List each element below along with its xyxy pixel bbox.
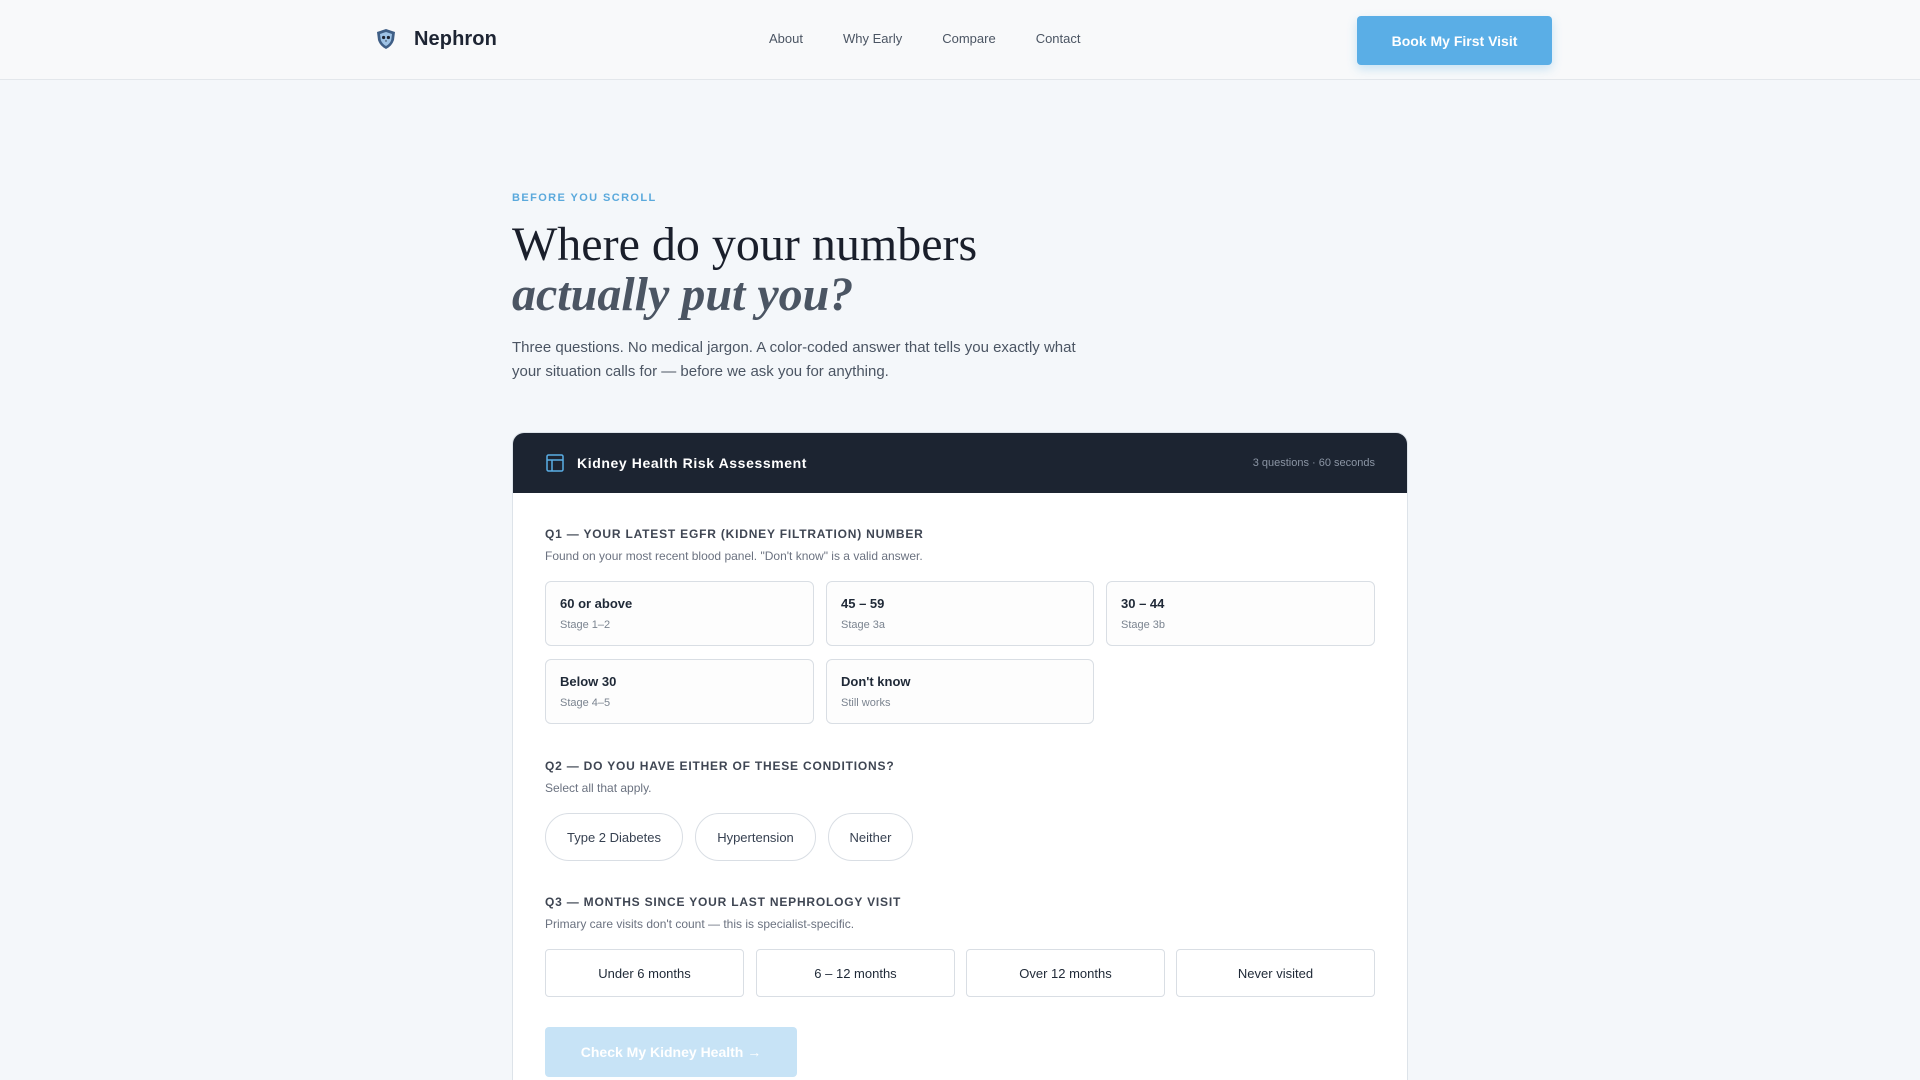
visit-option-over-12-months[interactable]: Over 12 months — [966, 949, 1165, 997]
assessment-card: Kidney Health Risk Assessment 3 question… — [512, 432, 1408, 1080]
question-2-label: Q2 — DO YOU HAVE EITHER OF THESE CONDITI… — [545, 759, 895, 773]
question-1-label: Q1 — YOUR LATEST EGFR (KIDNEY FILTRATION… — [545, 527, 924, 541]
option-subtitle: Still works — [841, 697, 891, 709]
egfr-option-45-59[interactable]: 45 – 59 Stage 3a — [826, 581, 1094, 646]
option-subtitle: Stage 4–5 — [560, 697, 611, 709]
question-3: Q3 — MONTHS SINCE YOUR LAST NEPHROLOGY V… — [545, 895, 901, 931]
option-title: 60 or above — [560, 596, 633, 611]
assessment-header: Kidney Health Risk Assessment 3 question… — [513, 433, 1407, 493]
question-1: Q1 — YOUR LATEST EGFR (KIDNEY FILTRATION… — [545, 527, 924, 563]
page-title: Where do your numbers actually put you? — [512, 220, 977, 320]
top-navigation-bar: Nephron About Why Early Compare Contact … — [0, 0, 1920, 80]
question-3-label: Q3 — MONTHS SINCE YOUR LAST NEPHROLOGY V… — [545, 895, 902, 909]
shield-owl-icon — [377, 29, 395, 49]
option-title: Below 30 — [560, 674, 617, 689]
visit-option-never-visited[interactable]: Never visited — [1176, 949, 1375, 997]
question-1-hint: Found on your most recent blood panel. "… — [545, 549, 923, 563]
hero-description: Three questions. No medical jargon. A co… — [512, 339, 1076, 380]
assessment-title: Kidney Health Risk Assessment — [577, 455, 808, 471]
question-3-hint: Primary care visits don't count — this i… — [545, 917, 855, 931]
condition-type-2-diabetes[interactable]: Type 2 Diabetes — [545, 813, 683, 861]
option-title: 45 – 59 — [841, 596, 885, 611]
condition-neither[interactable]: Neither — [828, 813, 913, 861]
egfr-option-dont-know[interactable]: Don't know Still works — [826, 659, 1094, 724]
condition-hypertension[interactable]: Hypertension — [695, 813, 816, 861]
brand-name: Nephron — [414, 27, 497, 50]
assessment-meta: 3 questions · 60 seconds — [1252, 457, 1375, 469]
option-subtitle: Stage 3a — [841, 619, 886, 631]
option-title: 30 – 44 — [1121, 596, 1165, 611]
check-kidney-health-button[interactable]: Check My Kidney Health → — [545, 1027, 797, 1077]
brand[interactable]: Nephron — [374, 27, 497, 51]
visit-option-6-12-months[interactable]: 6 – 12 months — [756, 949, 955, 997]
option-subtitle: Stage 3b — [1121, 619, 1166, 631]
nav-link-about[interactable]: About — [769, 31, 803, 46]
question-2: Q2 — DO YOU HAVE EITHER OF THESE CONDITI… — [545, 759, 894, 795]
question-2-hint: Select all that apply. — [545, 781, 652, 795]
title-line-2: actually put you? — [512, 268, 854, 321]
nav-link-why-early[interactable]: Why Early — [843, 31, 902, 46]
book-first-visit-button[interactable]: Book My First Visit — [1357, 16, 1552, 65]
visit-option-under-6-months[interactable]: Under 6 months — [545, 949, 744, 997]
egfr-option-60-above[interactable]: 60 or above Stage 1–2 — [545, 581, 814, 646]
egfr-option-below-30[interactable]: Below 30 Stage 4–5 — [545, 659, 814, 724]
title-line-1: Where do your numbers — [512, 218, 978, 271]
nav-link-compare[interactable]: Compare — [942, 31, 995, 46]
nav-link-contact[interactable]: Contact — [1036, 31, 1081, 46]
option-title: Don't know — [841, 674, 911, 689]
main-nav: About Why Early Compare Contact — [769, 31, 1121, 46]
option-subtitle: Stage 1–2 — [560, 619, 611, 631]
egfr-option-30-44[interactable]: 30 – 44 Stage 3b — [1106, 581, 1375, 646]
table-icon — [546, 454, 564, 472]
eyebrow-label: BEFORE YOU SCROLL — [512, 192, 657, 204]
